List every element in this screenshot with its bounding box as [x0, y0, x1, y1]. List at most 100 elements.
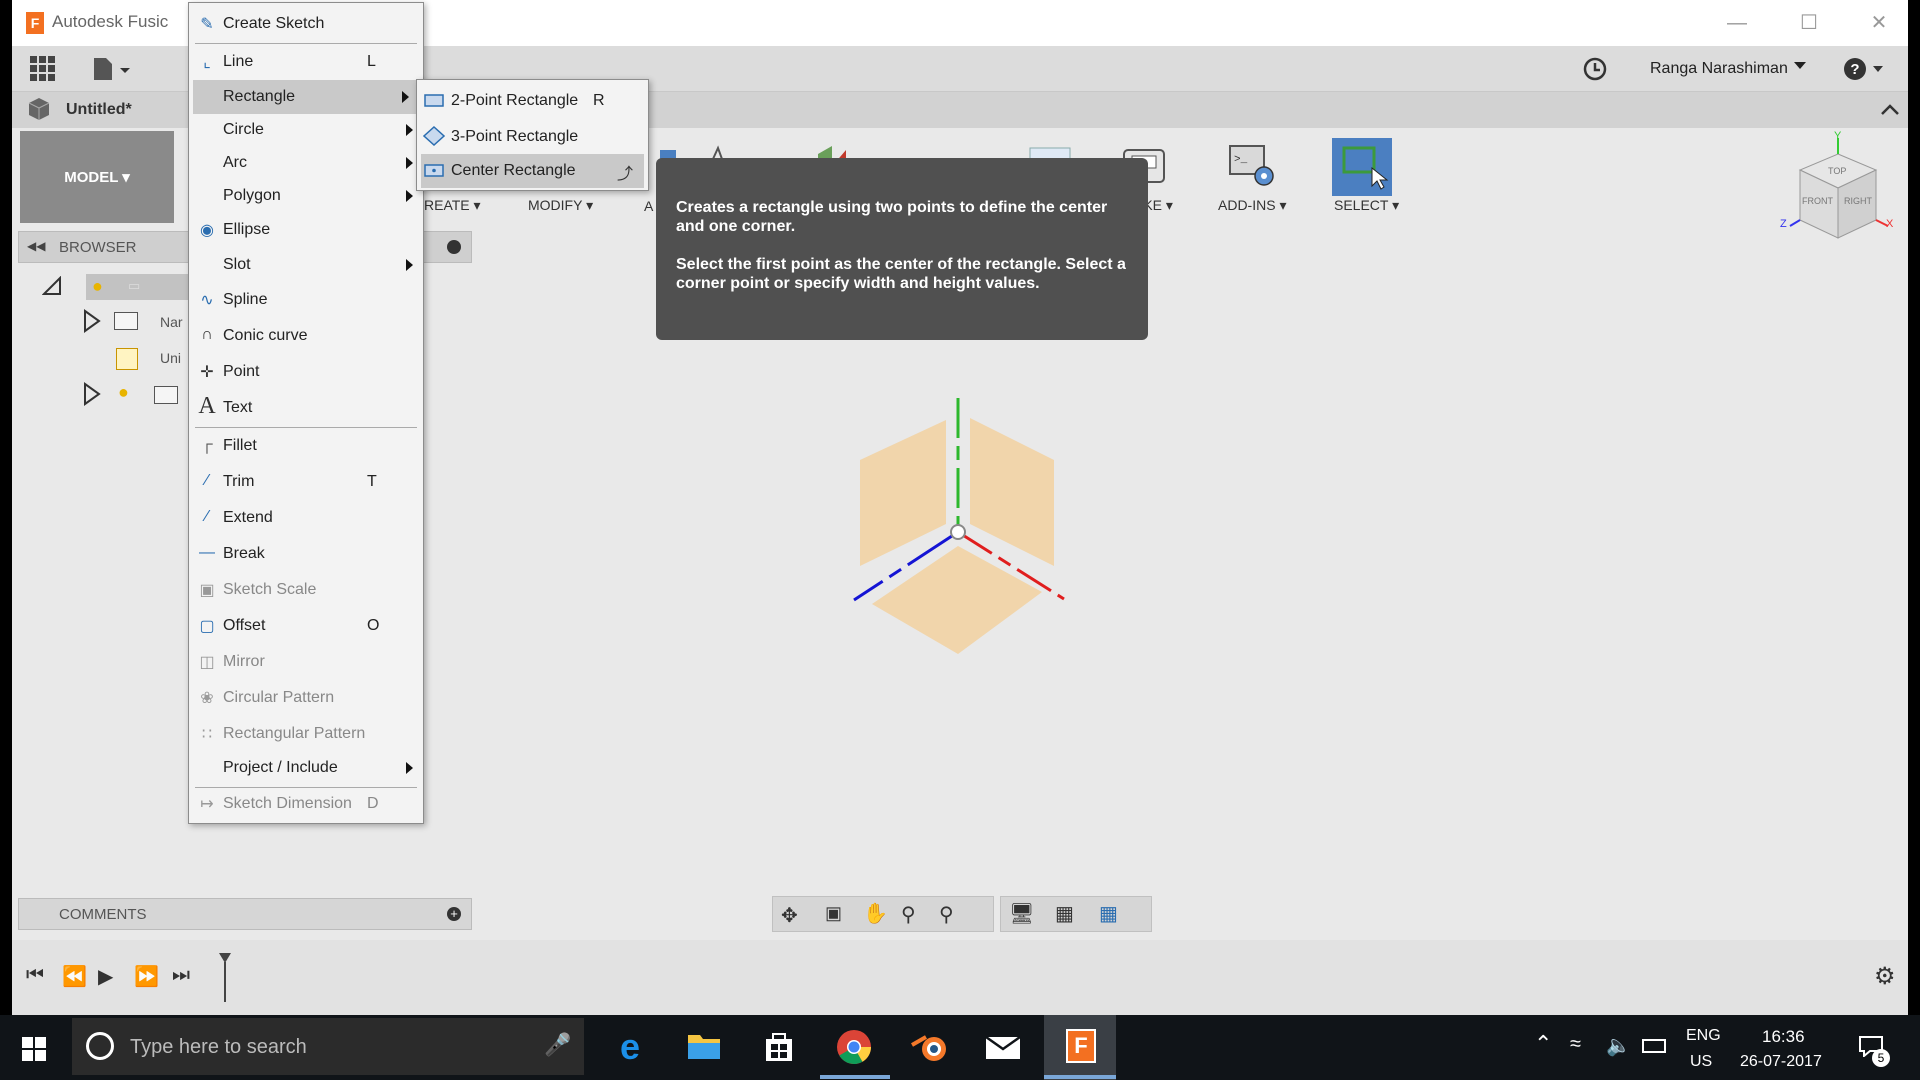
- network-wifi-icon[interactable]: ≈: [1570, 1033, 1581, 1056]
- menu-item-fillet[interactable]: ┌ Fillet: [189, 429, 423, 463]
- mail-icon[interactable]: [984, 1031, 1022, 1061]
- ribbon-addins-label[interactable]: ADD-INS ▾: [1218, 197, 1286, 214]
- submenu-item-center-rectangle[interactable]: Center Rectangle ⤴: [421, 154, 644, 188]
- menu-item-rectangular-pattern[interactable]: ∷ Rectangular Pattern: [189, 717, 423, 751]
- tree-row-named-views[interactable]: Nar: [160, 314, 183, 330]
- ribbon-create-label[interactable]: REATE ▾: [424, 197, 481, 214]
- submenu-arrow-icon: [406, 762, 413, 774]
- menu-item-circle[interactable]: Circle: [189, 113, 423, 147]
- comments-panel-header[interactable]: COMMENTS +: [18, 898, 472, 930]
- menu-item-break[interactable]: — Break: [189, 537, 423, 571]
- language-region[interactable]: US: [1690, 1053, 1712, 1071]
- menu-item-slot[interactable]: Slot: [189, 248, 423, 282]
- collapse-chevron-icon[interactable]: [1880, 102, 1900, 116]
- add-comment-icon[interactable]: +: [447, 907, 461, 921]
- language-primary[interactable]: ENG: [1686, 1027, 1721, 1045]
- orbit-icon[interactable]: ✥: [781, 903, 798, 928]
- timeline-next-icon[interactable]: ⏩: [134, 964, 159, 989]
- microphone-icon[interactable]: 🎤: [544, 1032, 571, 1058]
- pan-hand-icon[interactable]: ✋: [863, 901, 888, 926]
- help-icon[interactable]: ?: [1842, 56, 1886, 82]
- chrome-browser-icon[interactable]: [836, 1029, 872, 1065]
- menu-item-rectangle[interactable]: Rectangle: [193, 80, 419, 114]
- show-hidden-icons-chevron-icon[interactable]: ⌃: [1534, 1031, 1552, 1057]
- file-explorer-icon[interactable]: [686, 1031, 722, 1061]
- expand-named-views-icon[interactable]: [82, 309, 102, 333]
- menu-item-offset[interactable]: ▢ Offset O: [189, 609, 423, 643]
- rectangular-pattern-icon: ∷: [201, 726, 213, 743]
- look-at-icon[interactable]: ▣: [825, 903, 842, 924]
- edge-browser-icon[interactable]: e: [610, 1026, 650, 1067]
- menu-item-extend[interactable]: ∕ Extend: [189, 501, 423, 535]
- ribbon-select-button[interactable]: [1332, 138, 1392, 196]
- menu-item-trim[interactable]: ∕ Trim T: [189, 465, 423, 499]
- ribbon-addins-icon[interactable]: >_: [1228, 142, 1276, 188]
- display-settings-icon[interactable]: 🖥: [1009, 901, 1034, 926]
- menu-item-mirror[interactable]: ◫ Mirror: [189, 645, 423, 679]
- volume-icon[interactable]: 🔈: [1606, 1033, 1631, 1058]
- timeline-play-icon[interactable]: ▶: [98, 964, 113, 989]
- view-cube[interactable]: TOP FRONT RIGHT Y X Z: [1778, 130, 1898, 252]
- timeline-last-icon[interactable]: ⏭: [172, 964, 190, 987]
- collapse-browser-icon[interactable]: ◀◀: [27, 239, 45, 253]
- view-cube-top[interactable]: TOP: [1828, 166, 1846, 176]
- submenu-item-3-point-rectangle[interactable]: 3-Point Rectangle: [417, 120, 648, 154]
- menu-item-point[interactable]: ✛ Point: [189, 355, 423, 389]
- workspace-switcher-button[interactable]: MODEL ▾: [20, 131, 174, 223]
- zoom-icon[interactable]: ⚲: [901, 902, 916, 927]
- battery-icon[interactable]: [1642, 1039, 1666, 1053]
- fusion-taskbar-button[interactable]: F: [1044, 1015, 1116, 1080]
- data-panel-grid-icon[interactable]: [30, 56, 56, 82]
- taskbar-search-box[interactable]: Type here to search 🎤: [72, 1018, 584, 1075]
- context-shortcut-icon: ⤴: [617, 166, 634, 183]
- menu-item-spline[interactable]: ∿ Spline: [189, 283, 423, 317]
- expand-origin-icon[interactable]: [82, 382, 102, 406]
- tree-row-units[interactable]: Uni: [160, 350, 181, 366]
- view-cube-front[interactable]: FRONT: [1802, 196, 1833, 206]
- submenu-item-2-point-rectangle[interactable]: 2-Point Rectangle R: [417, 84, 648, 118]
- grid-settings-icon[interactable]: ▦: [1055, 901, 1074, 926]
- menu-item-polygon[interactable]: Polygon: [189, 179, 423, 213]
- browser-minus-icon[interactable]: [447, 240, 461, 254]
- origin-lightbulb-icon[interactable]: ●: [118, 382, 129, 403]
- menu-item-arc[interactable]: Arc: [189, 146, 423, 180]
- menu-item-create-sketch[interactable]: ✎ Create Sketch: [189, 7, 423, 41]
- user-dropdown-caret-icon[interactable]: [1794, 62, 1806, 69]
- maximize-button[interactable]: ☐: [1794, 8, 1824, 38]
- ribbon-modify-label[interactable]: MODIFY ▾: [528, 197, 593, 214]
- view-cube-right[interactable]: RIGHT: [1844, 196, 1872, 206]
- cortana-circle-icon[interactable]: [86, 1032, 114, 1060]
- ribbon-select-label[interactable]: SELECT ▾: [1334, 197, 1399, 214]
- timeline-previous-icon[interactable]: ⏪: [62, 964, 87, 989]
- windows-start-icon[interactable]: [22, 1037, 46, 1061]
- blender-icon[interactable]: [910, 1029, 950, 1065]
- menu-item-circular-pattern[interactable]: ❀ Circular Pattern: [189, 681, 423, 715]
- tree-collapse-icon[interactable]: [41, 275, 62, 296]
- viewports-icon[interactable]: ▦: [1099, 901, 1118, 926]
- timeline-marker-icon[interactable]: [218, 952, 232, 1002]
- ribbon-assemble-label[interactable]: A: [644, 198, 653, 214]
- fit-icon[interactable]: ⚲: [939, 902, 954, 927]
- store-icon[interactable]: [762, 1029, 796, 1063]
- menu-item-sketch-scale[interactable]: ▣ Sketch Scale: [189, 573, 423, 607]
- menu-item-line[interactable]: ⌞ Line L: [189, 45, 423, 79]
- file-menu-icon[interactable]: [92, 56, 132, 82]
- folder-icon: [114, 312, 138, 330]
- timeline-settings-gear-icon[interactable]: ⚙: [1874, 962, 1896, 991]
- minimize-button[interactable]: —: [1722, 8, 1752, 38]
- menu-item-ellipse[interactable]: ◉ Ellipse: [189, 213, 423, 247]
- menu-item-project-include[interactable]: Project / Include: [189, 751, 423, 785]
- clock-date[interactable]: 26-07-2017: [1740, 1053, 1822, 1071]
- close-window-button[interactable]: ✕: [1864, 8, 1894, 38]
- menu-item-sketch-dimension[interactable]: ↦ Sketch Dimension D: [189, 787, 423, 821]
- trim-icon: ∕: [205, 472, 209, 489]
- menu-item-conic-curve[interactable]: ∩ Conic curve: [189, 319, 423, 353]
- submenu-arrow-icon: [406, 190, 413, 202]
- document-tab[interactable]: Untitled*: [66, 101, 132, 119]
- timeline-first-icon[interactable]: ⏮: [26, 964, 44, 987]
- job-status-clock-icon[interactable]: [1582, 56, 1608, 82]
- user-name[interactable]: Ranga Narashiman: [1650, 60, 1788, 78]
- lightbulb-icon[interactable]: ●: [92, 276, 103, 297]
- clock-time[interactable]: 16:36: [1762, 1027, 1805, 1047]
- menu-item-text[interactable]: A Text: [189, 391, 423, 425]
